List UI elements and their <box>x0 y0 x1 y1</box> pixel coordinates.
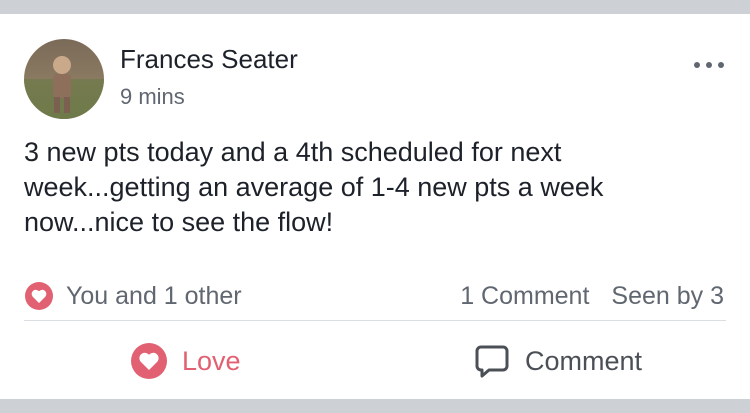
reaction-count-label: You and 1 other <box>66 281 242 310</box>
divider <box>24 320 726 321</box>
reaction-summary[interactable]: You and 1 other <box>24 277 242 315</box>
comment-bubble-icon <box>475 345 509 378</box>
comment-button[interactable]: Comment <box>473 341 642 381</box>
love-heart-icon <box>131 343 167 379</box>
heart-icon <box>25 282 53 310</box>
comment-button-label: Comment <box>525 345 643 376</box>
author-name[interactable]: Frances Seater <box>120 44 298 75</box>
love-button[interactable]: Love <box>130 341 241 381</box>
more-options-icon[interactable] <box>694 58 724 72</box>
seen-by-link[interactable]: Seen by 3 <box>611 282 724 311</box>
avatar[interactable] <box>24 39 104 119</box>
post-timestamp[interactable]: 9 mins <box>120 84 185 110</box>
post-stats: 1 Comment Seen by 3 <box>460 277 724 315</box>
love-button-label: Love <box>182 345 241 376</box>
post-body: 3 new pts today and a 4th scheduled for … <box>24 137 604 237</box>
post-card: Frances Seater 9 mins 3 new pts today an… <box>0 14 750 399</box>
comment-count-link[interactable]: 1 Comment <box>460 282 589 311</box>
